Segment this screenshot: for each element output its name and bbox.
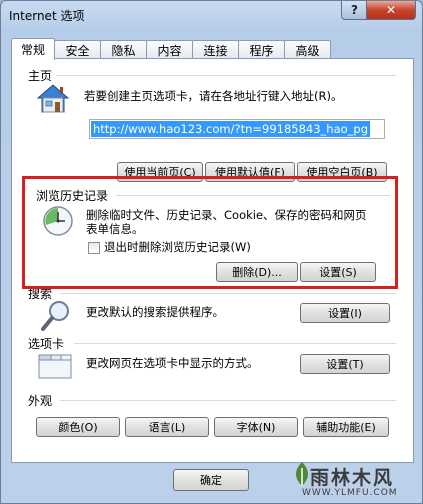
tab-advanced[interactable]: 高级 (284, 40, 331, 59)
tab-connections[interactable]: 连接 (192, 40, 239, 59)
magnifier-icon (41, 301, 69, 331)
close-button[interactable]: ✕ (366, 1, 416, 20)
tab-general[interactable]: 常规 (11, 38, 55, 60)
history-highlight-frame (22, 176, 398, 289)
tab-privacy[interactable]: 隐私 (100, 40, 147, 59)
window-title: Internet 选项 (9, 9, 85, 23)
homepage-url-input[interactable]: http://www.hao123.com/?tn=99185843_hao_p… (89, 119, 385, 139)
watermark-url: WWW.YLMFU.COM (302, 488, 398, 498)
tabs-settings-button[interactable]: 设置(T) (300, 354, 390, 374)
tabs-window-icon (38, 354, 72, 379)
tabs-divider (74, 343, 396, 344)
homepage-section-title: 主页 (28, 69, 53, 83)
colors-button[interactable]: 颜色(O) (36, 417, 120, 437)
ok-button[interactable]: 确定 (173, 469, 249, 491)
search-description: 更改默认的搜索提供程序。 (86, 305, 224, 319)
site-watermark: 雨林木风 WWW.YLMFU.COM (290, 458, 423, 504)
fonts-button[interactable]: 字体(N) (214, 417, 298, 437)
appearance-divider (60, 400, 396, 401)
title-bar[interactable]: Internet 选项 ? ✕ (1, 1, 422, 29)
homepage-url-text: http://www.hao123.com/?tn=99185843_hao_p… (91, 121, 371, 137)
languages-button[interactable]: 语言(L) (125, 417, 209, 437)
accessibility-button[interactable]: 辅助功能(E) (303, 417, 389, 437)
help-button[interactable]: ? (341, 1, 368, 20)
tabs-description: 更改网页在选项卡中显示的方式。 (86, 356, 259, 370)
homepage-divider (56, 75, 396, 76)
search-settings-button[interactable]: 设置(I) (300, 303, 390, 323)
tab-content[interactable]: 内容 (146, 40, 193, 59)
homepage-description: 若要创建主页选项卡，请在各地址行键入地址(R)。 (84, 89, 343, 103)
tabs-section-title: 选项卡 (28, 337, 65, 351)
tab-programs[interactable]: 程序 (238, 40, 285, 59)
watermark-text: 雨林木风 (310, 467, 395, 489)
appearance-section-title: 外观 (28, 394, 53, 408)
search-divider (60, 293, 396, 294)
house-icon (36, 84, 70, 113)
tab-security[interactable]: 安全 (54, 40, 101, 59)
